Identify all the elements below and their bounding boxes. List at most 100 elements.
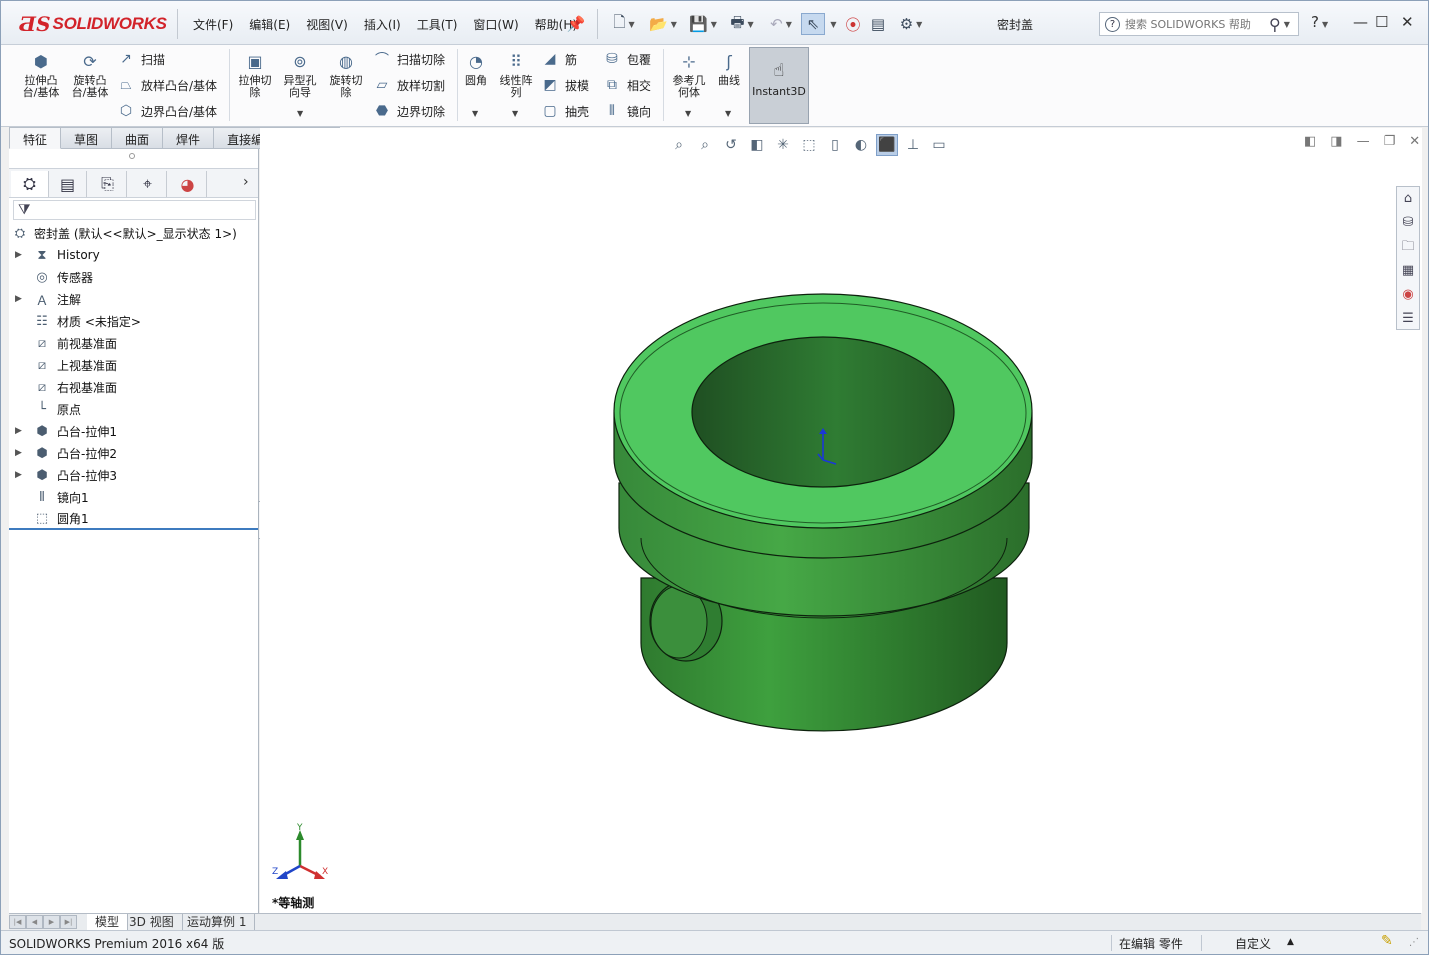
tree-filter-box[interactable]: ⧩ bbox=[13, 200, 256, 220]
intersect-button[interactable]: ⧉ 相交 bbox=[603, 76, 651, 94]
edit-appearance-icon[interactable]: ⬛ bbox=[876, 134, 898, 156]
tree-item[interactable]: ◎ 传感器 bbox=[9, 266, 258, 288]
viewport-minimize-icon[interactable]: — bbox=[1357, 134, 1370, 149]
revolve-boss-button[interactable]: ⟳ 旋转凸 台/基体 bbox=[67, 51, 113, 99]
appearances-icon[interactable]: ◉ bbox=[1397, 283, 1419, 307]
chevron-right-icon[interactable]: › bbox=[243, 174, 249, 190]
previous-view-icon[interactable]: ↺ bbox=[720, 134, 742, 156]
design-library-icon[interactable]: 🗀 bbox=[1397, 235, 1419, 259]
tree-item[interactable]: ▶ ⬢ 凸台-拉伸2 bbox=[9, 442, 258, 464]
open-button[interactable]: 📂 ▼ bbox=[645, 13, 681, 35]
feature-manager-tab-icon[interactable]: ⛭ bbox=[11, 171, 49, 197]
hole-wizard-dropdown[interactable]: ▼ bbox=[297, 109, 303, 118]
next-tab-icon[interactable]: ▶ bbox=[43, 915, 60, 929]
tree-item[interactable]: ⧄ 前视基准面 bbox=[9, 332, 258, 354]
boundary-cut-button[interactable]: ⬣ 边界切除 bbox=[373, 102, 445, 120]
help-button[interactable]: ? ▼ bbox=[1311, 13, 1328, 31]
tile-right-icon[interactable]: ◨ bbox=[1330, 134, 1342, 149]
tree-item[interactable]: ▶ ⬢ 凸台-拉伸3 bbox=[9, 464, 258, 486]
close-icon[interactable]: ✕ bbox=[1401, 13, 1414, 31]
dynamic-annotation-icon[interactable]: ✳ bbox=[772, 134, 794, 156]
linear-pattern-dropdown[interactable]: ▼ bbox=[512, 109, 518, 118]
curves-button[interactable]: ʃ 曲线 bbox=[713, 51, 745, 87]
menu-view[interactable]: 视图(V) bbox=[298, 14, 356, 35]
resize-grip-icon[interactable]: ⋰ bbox=[1409, 937, 1419, 948]
rebuild-button[interactable]: ⦿ bbox=[843, 13, 863, 35]
menu-tools[interactable]: 工具(T) bbox=[409, 14, 466, 35]
expand-arrow-icon[interactable]: ▶ bbox=[15, 448, 22, 458]
viewport-restore-icon[interactable]: ❐ bbox=[1384, 134, 1396, 149]
reference-geometry-dropdown[interactable]: ▼ bbox=[685, 109, 691, 118]
apply-scene-icon[interactable]: ⊥ bbox=[902, 134, 924, 156]
tree-item[interactable]: ▶ Ａ 注解 bbox=[9, 288, 258, 310]
first-tab-icon[interactable]: |◀ bbox=[9, 915, 26, 929]
shell-button[interactable]: ▢ 抽壳 bbox=[541, 102, 589, 120]
reference-geometry-button[interactable]: ⊹ 参考几 何体 bbox=[669, 51, 709, 99]
menu-edit[interactable]: 编辑(E) bbox=[241, 14, 298, 35]
dimxpert-manager-tab-icon[interactable]: ⌖ bbox=[129, 171, 167, 197]
tab-surfaces[interactable]: 曲面 bbox=[112, 127, 164, 149]
mirror-button[interactable]: ⫴ 镜向 bbox=[603, 102, 651, 120]
3d-content-icon[interactable]: ⛁ bbox=[1397, 211, 1419, 235]
sweep-button[interactable]: ↗ 扫描 bbox=[117, 50, 165, 68]
instant3d-button[interactable]: ☝ Instant3D bbox=[749, 47, 809, 124]
zoom-to-area-icon[interactable]: ⌕ bbox=[694, 134, 716, 156]
view-orientation-icon[interactable]: ⬚ bbox=[798, 134, 820, 156]
part-model-render[interactable]: Y X Z bbox=[260, 128, 1422, 913]
print-button[interactable]: 🖶 ▼ bbox=[723, 13, 761, 35]
section-view-icon[interactable]: ◧ bbox=[746, 134, 768, 156]
swept-cut-button[interactable]: ⌒ 扫描切除 bbox=[373, 50, 445, 68]
expand-arrow-icon[interactable]: ▶ bbox=[15, 426, 22, 436]
hide-show-icon[interactable]: ◐ bbox=[850, 134, 872, 156]
help-search-box[interactable]: ? ⚲ ▼ bbox=[1099, 12, 1299, 36]
minimize-icon[interactable]: — bbox=[1353, 13, 1368, 31]
view-settings-icon[interactable]: ▭ bbox=[928, 134, 950, 156]
tree-item[interactable]: ⫴ 镜向1 bbox=[9, 486, 258, 508]
draft-button[interactable]: ◩ 拔模 bbox=[541, 76, 589, 94]
save-button[interactable]: 💾 ▼ bbox=[685, 13, 721, 35]
custom-properties-icon[interactable]: ☰ bbox=[1397, 307, 1419, 331]
expand-arrow-icon[interactable]: ▶ bbox=[15, 294, 22, 304]
tree-item[interactable]: ▶ ⧗ History bbox=[9, 244, 258, 266]
home-icon[interactable]: ⌂ bbox=[1397, 187, 1419, 211]
tab-motion-study[interactable]: 运动算例 1 bbox=[179, 914, 256, 930]
file-explorer-icon[interactable]: ▦ bbox=[1397, 259, 1419, 283]
tree-item[interactable]: └ 原点 bbox=[9, 398, 258, 420]
prev-tab-icon[interactable]: ◀ bbox=[26, 915, 43, 929]
undo-button[interactable]: ↶ ▼ bbox=[763, 13, 799, 35]
search-icon[interactable]: ⚲ bbox=[1269, 15, 1281, 34]
curves-dropdown[interactable]: ▼ bbox=[725, 109, 731, 118]
wrap-button[interactable]: ⛁ 包覆 bbox=[603, 50, 651, 68]
options-button[interactable]: ⚙ ▼ bbox=[893, 13, 929, 35]
rib-button[interactable]: ◢ 筋 bbox=[541, 50, 577, 68]
linear-pattern-button[interactable]: ⠿ 线性阵 列 bbox=[495, 51, 537, 99]
fillet-button[interactable]: ◔ 圆角 bbox=[461, 51, 491, 87]
revolve-cut-button[interactable]: ◍ 旋转切 除 bbox=[325, 51, 367, 99]
unit-system[interactable]: 自定义 bbox=[1235, 935, 1271, 952]
display-manager-tab-icon[interactable]: ◕ bbox=[169, 171, 207, 197]
tab-3d-view[interactable]: 3D 视图 bbox=[121, 914, 183, 930]
tab-sketch[interactable]: 草图 bbox=[61, 127, 113, 149]
tab-features[interactable]: 特征 bbox=[9, 127, 62, 149]
menu-insert[interactable]: 插入(I) bbox=[356, 14, 409, 35]
extrude-boss-button[interactable]: ⬢ 拉伸凸 台/基体 bbox=[19, 51, 63, 99]
configuration-manager-tab-icon[interactable]: ⎘ bbox=[89, 171, 127, 197]
loft-boss-button[interactable]: ⏢ 放样凸台/基体 bbox=[117, 76, 217, 94]
select-dropdown[interactable]: ▼ bbox=[827, 13, 837, 35]
expand-arrow-icon[interactable]: ▶ bbox=[15, 470, 22, 480]
boundary-boss-button[interactable]: ⬡ 边界凸台/基体 bbox=[117, 102, 217, 120]
last-tab-icon[interactable]: ▶| bbox=[60, 915, 77, 929]
unit-system-arrow[interactable]: ▲ bbox=[1287, 937, 1294, 947]
menu-window[interactable]: 窗口(W) bbox=[465, 14, 526, 35]
solidworks-logo[interactable]: ƋS SOLIDWORKS bbox=[19, 9, 167, 39]
lofted-cut-button[interactable]: ⏥ 放样切割 bbox=[373, 76, 445, 94]
tab-weldments[interactable]: 焊件 bbox=[163, 127, 215, 149]
tree-item[interactable]: ⧄ 右视基准面 bbox=[9, 376, 258, 398]
file-properties-button[interactable]: ▤ bbox=[867, 13, 889, 35]
menu-file[interactable]: 文件(F) bbox=[185, 14, 241, 35]
tree-item[interactable]: ⬚ 圆角1 bbox=[9, 508, 258, 530]
graphics-area[interactable]: Y X Z ⌕ ⌕ ↺ ◧ ✳ ⬚ ▯ ◐ ⬛ ⊥ ▭ ◧ ◨ — ❐ ✕ ⌂ bbox=[260, 128, 1422, 913]
display-style-icon[interactable]: ▯ bbox=[824, 134, 846, 156]
zoom-to-fit-icon[interactable]: ⌕ bbox=[668, 134, 690, 156]
viewport-close-icon[interactable]: ✕ bbox=[1409, 134, 1420, 149]
